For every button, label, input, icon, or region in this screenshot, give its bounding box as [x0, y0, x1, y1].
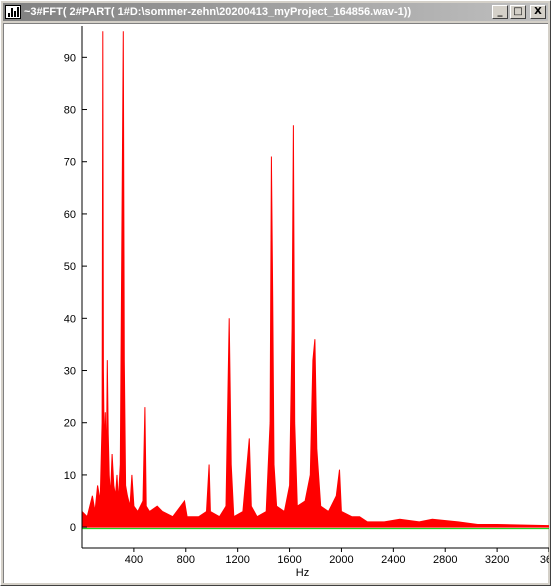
x-tick-label: 400 [125, 554, 143, 566]
x-axis-title: Hz [296, 567, 309, 579]
minimize-button[interactable]: _ [492, 5, 508, 19]
fft-chart[interactable]: 0 10 20 30 40 50 60 70 80 90 400 800 1200 1600 2000 240… [4, 24, 549, 584]
waveform-icon[interactable] [5, 5, 21, 19]
y-tick-label: 30 [64, 366, 76, 378]
x-tick-label: 2800 [433, 554, 457, 566]
fft-window: ~3#FFT( 2#PART( 1#D:\sommer-zehn\2020041… [0, 0, 551, 586]
x-tick-label: 1200 [225, 554, 249, 566]
x-tick-label: 2000 [329, 554, 353, 566]
y-tick-label: 90 [64, 52, 76, 64]
x-tick-label: 800 [177, 554, 195, 566]
x-tick-label: 1600 [277, 554, 301, 566]
spectrum-series [81, 31, 549, 528]
x-tick-label: 360 [540, 554, 549, 566]
window-title: ~3#FFT( 2#PART( 1#D:\sommer-zehn\2020041… [24, 6, 412, 18]
title-bar[interactable]: ~3#FFT( 2#PART( 1#D:\sommer-zehn\2020041… [3, 3, 548, 21]
y-tick-label: 70 [64, 157, 76, 169]
y-tick-label: 40 [64, 313, 76, 325]
maximize-button[interactable]: □ [510, 5, 526, 19]
y-tick-label: 50 [64, 261, 76, 273]
x-tick-label: 3200 [485, 554, 509, 566]
y-tick-label: 60 [64, 209, 76, 221]
x-tick-label: 2400 [381, 554, 405, 566]
y-tick-label: 80 [64, 105, 76, 117]
close-button[interactable]: X [530, 5, 546, 19]
y-tick-label: 0 [70, 522, 76, 534]
chart-area[interactable]: 0 10 20 30 40 50 60 70 80 90 400 800 1200 1600 2000 240… [3, 23, 549, 584]
y-tick-label: 20 [64, 418, 76, 430]
y-tick-label: 10 [64, 470, 76, 482]
